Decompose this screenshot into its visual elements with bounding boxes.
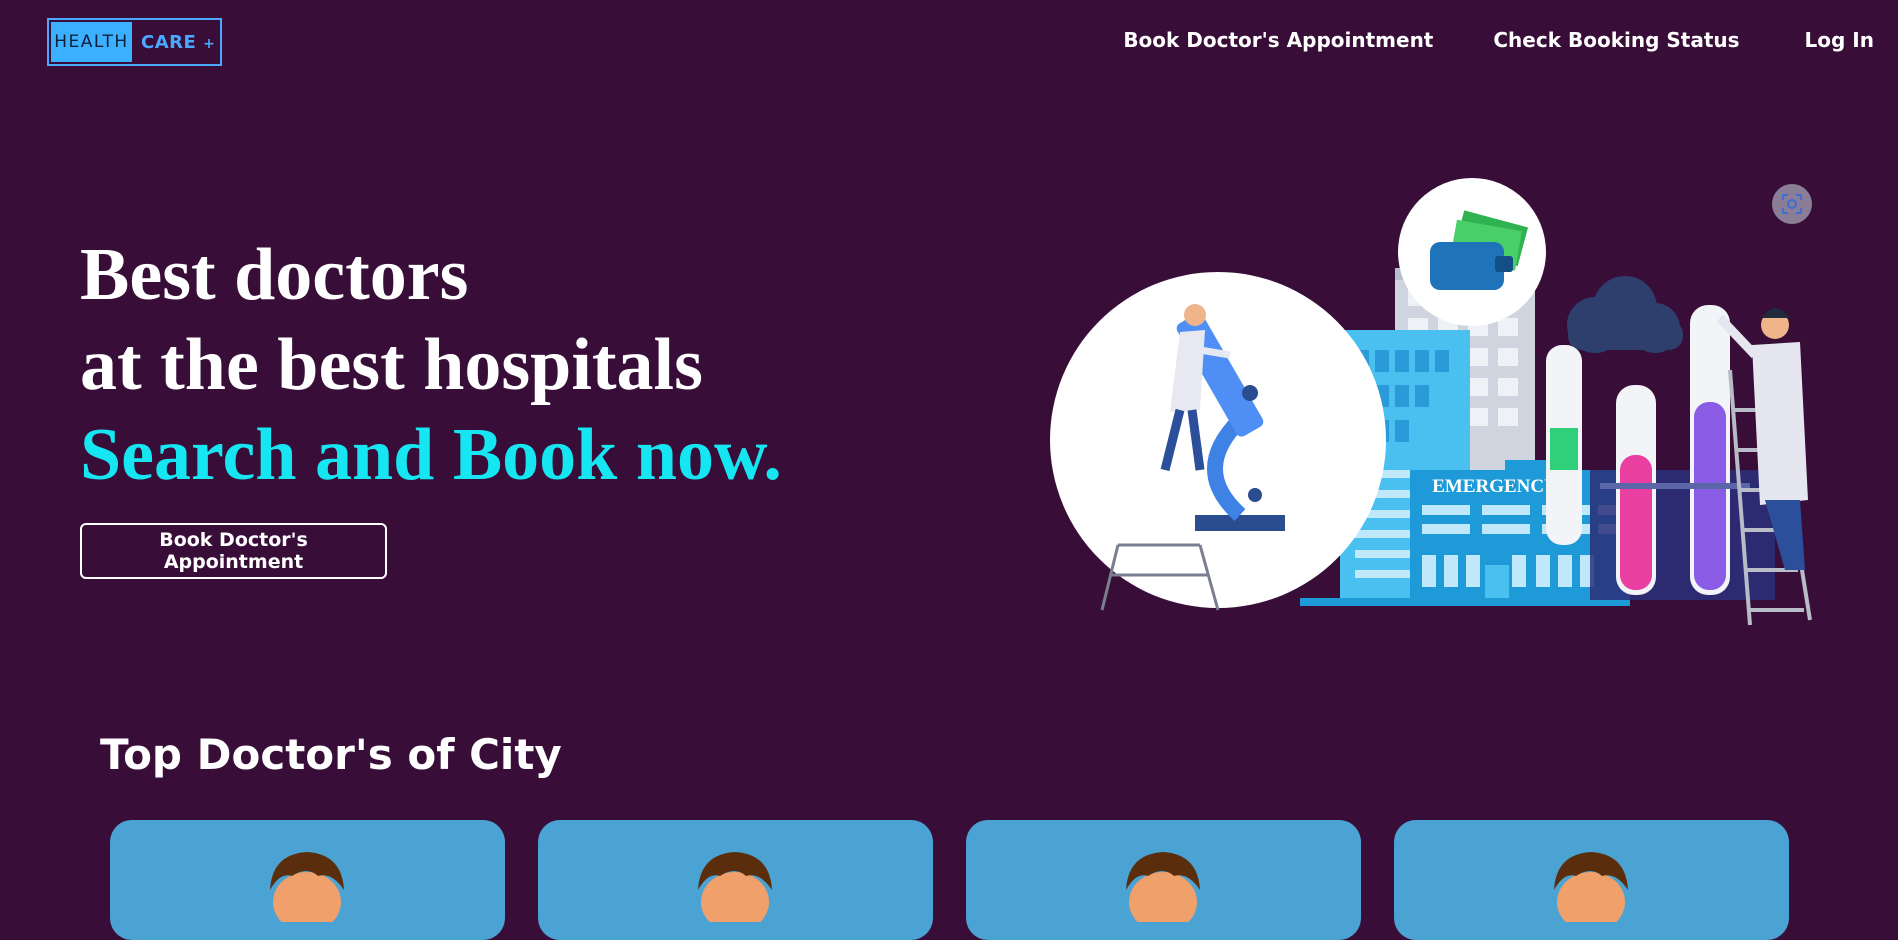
doctor-card[interactable] <box>966 820 1361 940</box>
cloud-shape <box>1567 276 1683 353</box>
logo-health-text: HEALTH <box>51 22 132 62</box>
doctor-card[interactable] <box>110 820 505 940</box>
logo-plus: + <box>203 35 216 52</box>
hero-title: Best doctors at the best hospitals Searc… <box>80 230 782 500</box>
doctor-avatar-icon <box>270 852 344 922</box>
wallet-circle <box>1398 178 1546 326</box>
doctor-avatar-icon <box>698 852 772 922</box>
main-nav: Book Doctor's Appointment Check Booking … <box>1123 28 1874 52</box>
logo[interactable]: HEALTH CARE + <box>47 18 222 66</box>
doctor-card[interactable] <box>538 820 933 940</box>
hero-line-2: at the best hospitals <box>80 324 703 406</box>
logo-care-text: CARE + <box>141 32 215 53</box>
logo-care-word: CARE <box>141 31 197 53</box>
section-title: Top Doctor's of City <box>100 730 562 779</box>
doctor-card[interactable] <box>1394 820 1789 940</box>
book-appointment-button[interactable]: Book Doctor's Appointment <box>80 523 387 579</box>
nav-check-booking-status[interactable]: Check Booking Status <box>1493 28 1739 52</box>
nav-book-appointment[interactable]: Book Doctor's Appointment <box>1123 28 1433 52</box>
hero-line-3: Search and Book now. <box>80 414 782 496</box>
doctor-avatar-icon <box>1126 852 1200 922</box>
hero-line-1: Best doctors <box>80 234 469 316</box>
microscope-circle <box>1050 272 1386 611</box>
doctor-avatar-icon <box>1554 852 1628 922</box>
scan-icon[interactable] <box>1772 184 1812 224</box>
emergency-sign: EMERGENCY <box>1432 476 1558 497</box>
hero-illustration: EMERGENCY <box>1050 178 1812 626</box>
nav-log-in[interactable]: Log In <box>1805 28 1874 52</box>
